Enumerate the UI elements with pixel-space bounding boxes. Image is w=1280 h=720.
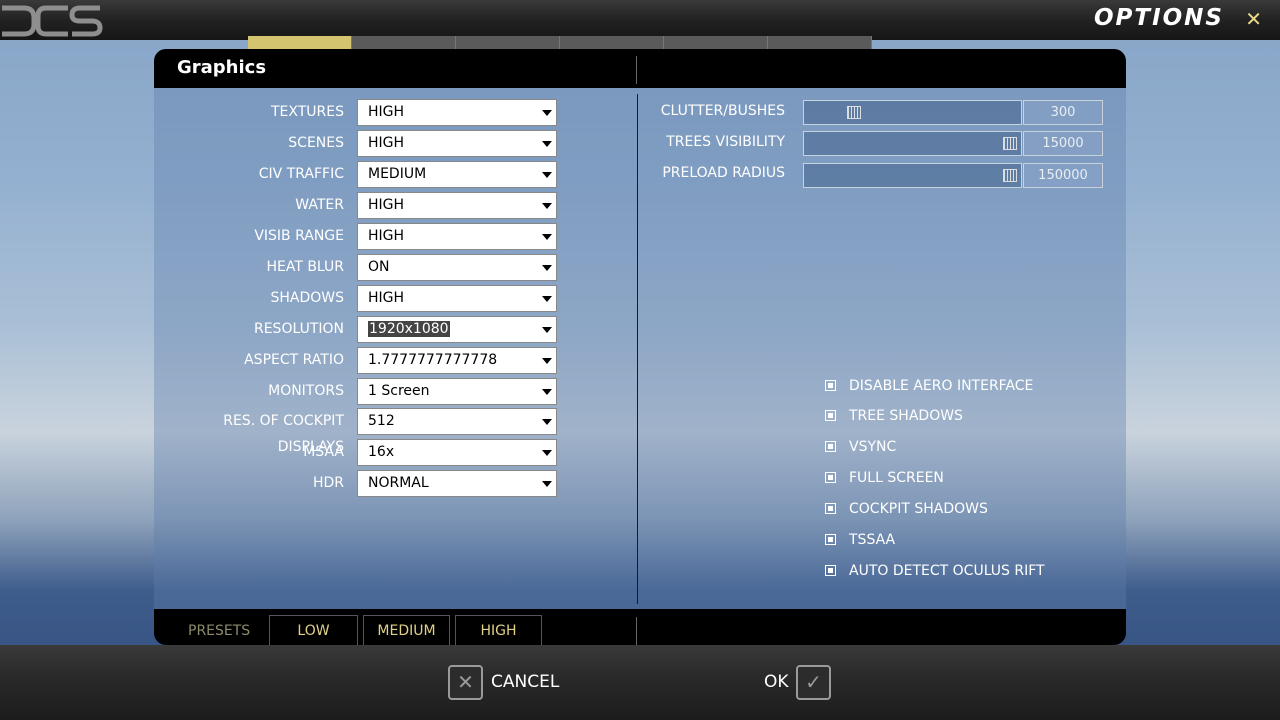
aspect-ratio-label: ASPECT RATIO [244,352,344,368]
close-icon[interactable]: ✕ [1245,7,1262,31]
tab-misc[interactable] [664,36,768,50]
action-bar: ✕ CANCEL OK ✓ [0,645,1280,720]
tab-system[interactable] [248,36,352,50]
clutter-bushes-value[interactable]: 300 [1023,100,1103,125]
chevron-down-icon [542,389,552,395]
tab-controls[interactable] [352,36,456,50]
trees-visibility-label: TREES VISIBILITY [666,134,785,150]
scenes-label: SCENES [288,135,344,151]
slider-handle[interactable] [1003,169,1017,182]
graphics-panel: Graphics TEXTURES HIGH SCENES HIGH CIV T… [154,49,1126,645]
window-title: OPTIONS [1093,5,1224,31]
resolution-select[interactable]: 1920x1080 [357,316,557,343]
chevron-down-icon [542,141,552,147]
checkbox-icon [825,441,836,452]
checkbox-icon [825,503,836,514]
hdr-label: HDR [312,475,344,491]
slider-handle[interactable] [1003,137,1017,150]
msaa-label: MSAA [303,444,344,460]
panel-header: Graphics [154,49,1126,88]
resolution-label: RESOLUTION [253,321,344,337]
water-label: WATER [295,197,344,213]
civ-traffic-select[interactable]: MEDIUM [357,161,557,188]
tab-audio[interactable] [560,36,664,50]
civ-traffic-label: CIV TRAFFIC [258,166,344,182]
msaa-select[interactable]: 16x [357,439,557,466]
chevron-down-icon [542,419,552,425]
heat-blur-label: HEAT BLUR [266,259,344,275]
dcs-logo [2,5,103,37]
preset-medium-button[interactable]: MEDIUM [363,615,450,645]
chevron-down-icon [542,481,552,487]
chevron-down-icon [542,358,552,364]
footer-divider [636,617,637,645]
ok-check-icon[interactable]: ✓ [796,665,831,700]
textures-select[interactable]: HIGH [357,99,557,126]
hdr-select[interactable]: NORMAL [357,470,557,497]
shadows-label: SHADOWS [270,290,344,306]
monitors-select[interactable]: 1 Screen [357,378,557,405]
clutter-bushes-slider[interactable] [803,100,1022,125]
preload-radius-slider[interactable] [803,163,1022,188]
chevron-down-icon [542,172,552,178]
preset-high-button[interactable]: HIGH [455,615,542,645]
presets-label: PRESETS [188,623,251,639]
checkbox-icon [825,534,836,545]
checkbox-icon [825,410,836,421]
column-divider [637,94,638,604]
chevron-down-icon [542,296,552,302]
shadows-select[interactable]: HIGH [357,285,557,312]
monitors-label: MONITORS [268,383,344,399]
clutter-bushes-label: CLUTTER/BUSHES [660,103,785,119]
header-divider [636,56,637,84]
heat-blur-select[interactable]: ON [357,254,557,281]
tab-special[interactable] [768,36,872,50]
scenes-select[interactable]: HIGH [357,130,557,157]
chevron-down-icon [542,265,552,271]
trees-visibility-value[interactable]: 15000 [1023,131,1103,156]
presets-bar: PRESETS LOW MEDIUM HIGH [154,609,1126,645]
checkbox-icon [825,380,836,391]
visib-range-select[interactable]: HIGH [357,223,557,250]
chevron-down-icon [542,327,552,333]
visib-range-label: VISIB RANGE [254,228,344,244]
textures-label: TEXTURES [270,104,344,120]
preload-radius-label: PRELOAD RADIUS [662,165,785,181]
aspect-ratio-select[interactable]: 1.7777777777778 [357,347,557,374]
preload-radius-value[interactable]: 150000 [1023,163,1103,188]
cancel-button[interactable]: CANCEL [491,672,559,692]
tab-gameplay[interactable] [456,36,560,50]
chevron-down-icon [542,110,552,116]
chevron-down-icon [542,234,552,240]
title-bar: OPTIONS ✕ [0,0,1280,40]
slider-handle[interactable] [847,106,861,119]
checkbox-icon [825,472,836,483]
cancel-icon[interactable]: ✕ [448,665,483,700]
chevron-down-icon [542,203,552,209]
ok-button[interactable]: OK [764,672,789,692]
checkbox-icon [825,565,836,576]
category-tabs [248,36,872,50]
chevron-down-icon [542,450,552,456]
trees-visibility-slider[interactable] [803,131,1022,156]
panel-title: Graphics [177,57,267,78]
preset-low-button[interactable]: LOW [269,615,358,645]
cockpit-displays-select[interactable]: 512 [357,408,557,435]
water-select[interactable]: HIGH [357,192,557,219]
